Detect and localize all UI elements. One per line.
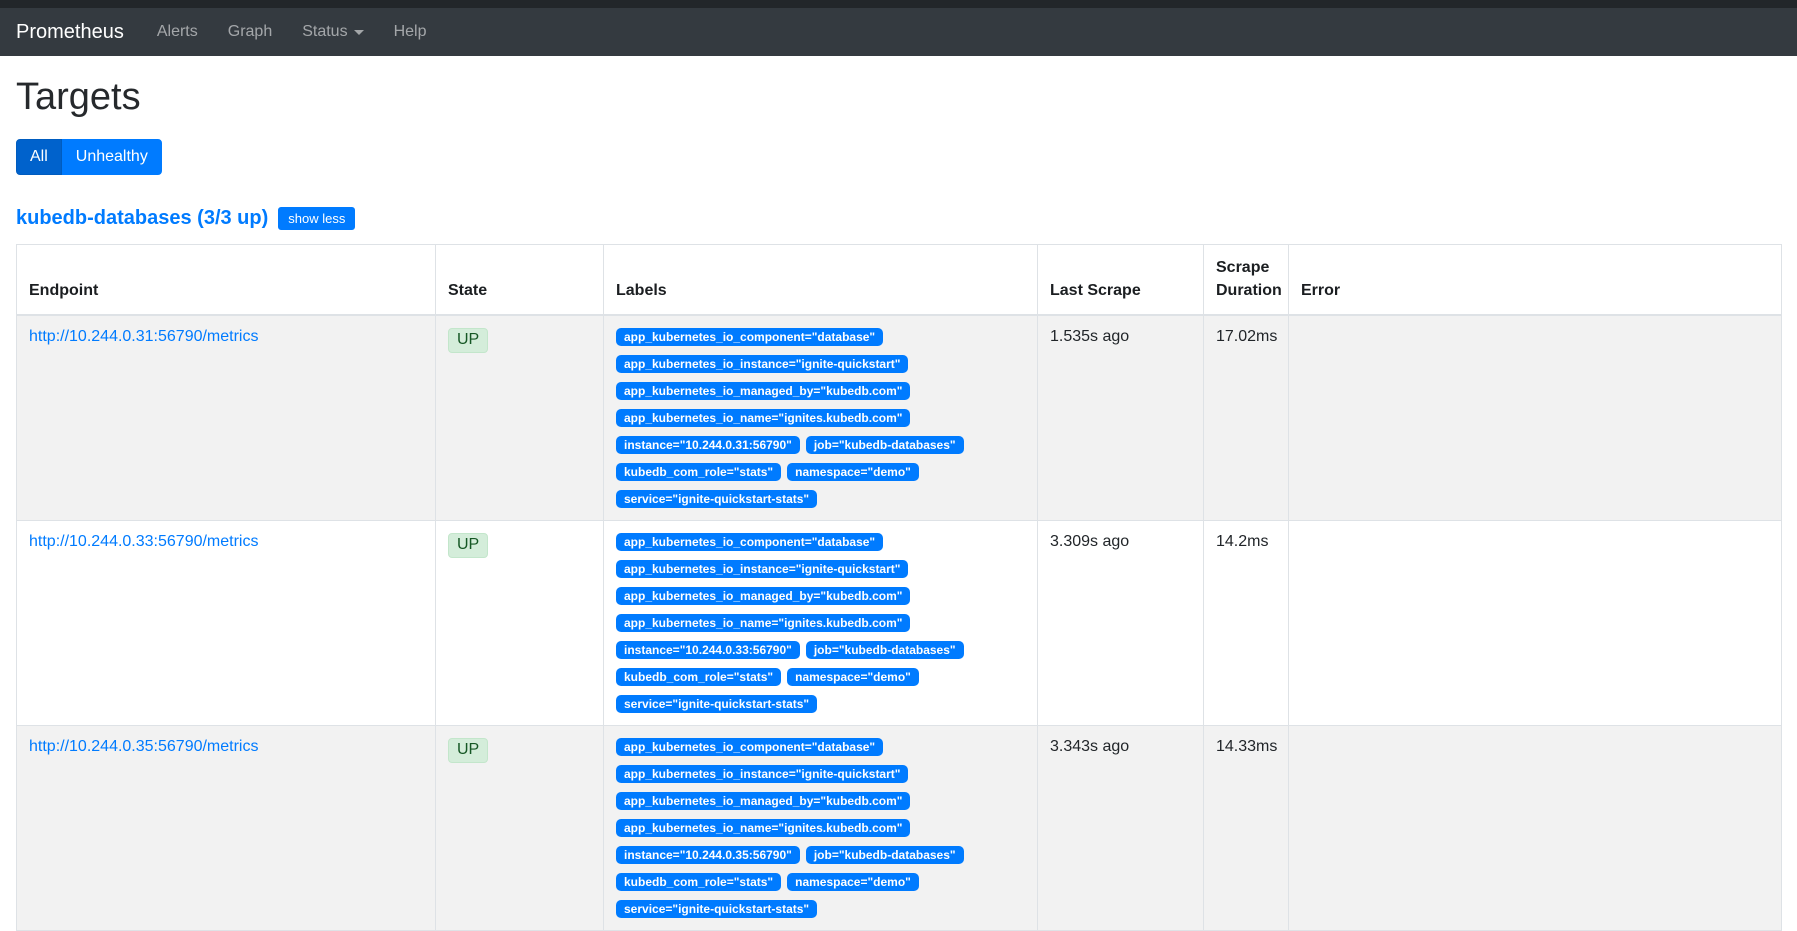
error-cell <box>1289 726 1782 931</box>
label-badge: kubedb_com_role="stats" <box>616 668 781 686</box>
label-badge: service="ignite-quickstart-stats" <box>616 490 817 508</box>
label-badge: job="kubedb-databases" <box>806 846 964 864</box>
label-badge: job="kubedb-databases" <box>806 436 964 454</box>
scrape-duration-cell: 14.33ms <box>1204 726 1289 931</box>
label-badge: app_kubernetes_io_name="ignites.kubedb.c… <box>616 614 910 632</box>
header-scrape-duration: Scrape Duration <box>1204 245 1289 315</box>
chevron-down-icon <box>354 30 364 35</box>
job-group-title: kubedb-databases (3/3 up) <box>16 207 268 230</box>
labels-container: app_kubernetes_io_component="database"ap… <box>616 533 1024 713</box>
show-less-button[interactable]: show less <box>278 207 355 230</box>
label-badge: job="kubedb-databases" <box>806 641 964 659</box>
header-state: State <box>436 245 604 315</box>
label-badge: kubedb_com_role="stats" <box>616 463 781 481</box>
filter-all-button[interactable]: All <box>16 139 62 175</box>
label-badge: instance="10.244.0.35:56790" <box>616 846 800 864</box>
filter-unhealthy-button[interactable]: Unhealthy <box>62 139 162 175</box>
label-badge: app_kubernetes_io_managed_by="kubedb.com… <box>616 382 910 400</box>
navbar: Prometheus Alerts Graph Status Help <box>0 8 1797 56</box>
target-filter-group: All Unhealthy <box>16 139 162 175</box>
label-badge: namespace="demo" <box>787 873 919 891</box>
label-badge: service="ignite-quickstart-stats" <box>616 900 817 918</box>
error-cell <box>1289 315 1782 521</box>
endpoint-link[interactable]: http://10.244.0.33:56790/metrics <box>29 533 258 550</box>
endpoint-link[interactable]: http://10.244.0.35:56790/metrics <box>29 738 258 755</box>
scrape-duration-value: 14.33ms <box>1216 738 1277 755</box>
state-badge: UP <box>448 533 488 558</box>
scrape-duration-cell: 17.02ms <box>1204 315 1289 521</box>
header-labels: Labels <box>604 245 1038 315</box>
state-cell: UP <box>436 726 604 931</box>
last-scrape-cell: 1.535s ago <box>1038 315 1204 521</box>
window-top-strip <box>0 0 1797 8</box>
endpoint-cell: http://10.244.0.31:56790/metrics <box>17 315 436 521</box>
nav-item-alerts[interactable]: Alerts <box>142 15 213 49</box>
nav-item-graph[interactable]: Graph <box>213 15 287 49</box>
scrape-duration-value: 17.02ms <box>1216 328 1277 345</box>
label-badge: app_kubernetes_io_name="ignites.kubedb.c… <box>616 819 910 837</box>
label-badge: app_kubernetes_io_component="database" <box>616 533 883 551</box>
header-endpoint: Endpoint <box>17 245 436 315</box>
table-header-row: Endpoint State Labels Last Scrape Scrape… <box>17 245 1782 315</box>
nav-item-status[interactable]: Status <box>287 15 378 49</box>
label-badge: app_kubernetes_io_instance="ignite-quick… <box>616 355 908 373</box>
header-error: Error <box>1289 245 1782 315</box>
label-badge: app_kubernetes_io_managed_by="kubedb.com… <box>616 587 910 605</box>
label-badge: app_kubernetes_io_name="ignites.kubedb.c… <box>616 409 910 427</box>
nav-item-alerts-label: Alerts <box>157 23 198 41</box>
target-row: http://10.244.0.33:56790/metrics UP app_… <box>17 521 1782 726</box>
nav-item-graph-label: Graph <box>228 23 272 41</box>
endpoint-cell: http://10.244.0.33:56790/metrics <box>17 521 436 726</box>
label-badge: app_kubernetes_io_managed_by="kubedb.com… <box>616 792 910 810</box>
label-badge: app_kubernetes_io_component="database" <box>616 738 883 756</box>
targets-table: Endpoint State Labels Last Scrape Scrape… <box>16 244 1782 931</box>
label-badge: instance="10.244.0.33:56790" <box>616 641 800 659</box>
labels-container: app_kubernetes_io_component="database"ap… <box>616 328 1024 508</box>
label-badge: namespace="demo" <box>787 463 919 481</box>
last-scrape-value: 3.309s ago <box>1050 533 1129 550</box>
job-group-header: kubedb-databases (3/3 up) show less <box>16 207 1782 230</box>
header-last-scrape: Last Scrape <box>1038 245 1204 315</box>
nav-item-help-label: Help <box>394 23 427 41</box>
state-badge: UP <box>448 738 488 763</box>
label-badge: app_kubernetes_io_instance="ignite-quick… <box>616 560 908 578</box>
label-badge: kubedb_com_role="stats" <box>616 873 781 891</box>
last-scrape-cell: 3.343s ago <box>1038 726 1204 931</box>
labels-cell: app_kubernetes_io_component="database"ap… <box>604 521 1038 726</box>
target-row: http://10.244.0.35:56790/metrics UP app_… <box>17 726 1782 931</box>
state-badge: UP <box>448 328 488 353</box>
nav-item-help[interactable]: Help <box>379 15 442 49</box>
endpoint-cell: http://10.244.0.35:56790/metrics <box>17 726 436 931</box>
label-badge: namespace="demo" <box>787 668 919 686</box>
page-title: Targets <box>16 76 1782 119</box>
brand-link[interactable]: Prometheus <box>16 21 124 44</box>
label-badge: service="ignite-quickstart-stats" <box>616 695 817 713</box>
state-cell: UP <box>436 521 604 726</box>
scrape-duration-value: 14.2ms <box>1216 533 1268 550</box>
labels-container: app_kubernetes_io_component="database"ap… <box>616 738 1024 918</box>
last-scrape-value: 3.343s ago <box>1050 738 1129 755</box>
error-cell <box>1289 521 1782 726</box>
label-badge: instance="10.244.0.31:56790" <box>616 436 800 454</box>
scrape-duration-cell: 14.2ms <box>1204 521 1289 726</box>
label-badge: app_kubernetes_io_instance="ignite-quick… <box>616 765 908 783</box>
targets-page: Prometheus Alerts Graph Status Help Targ… <box>0 0 1797 931</box>
main-content: Targets All Unhealthy kubedb-databases (… <box>0 76 1797 931</box>
target-row: http://10.244.0.31:56790/metrics UP app_… <box>17 315 1782 521</box>
endpoint-link[interactable]: http://10.244.0.31:56790/metrics <box>29 328 258 345</box>
labels-cell: app_kubernetes_io_component="database"ap… <box>604 726 1038 931</box>
last-scrape-value: 1.535s ago <box>1050 328 1129 345</box>
nav-item-status-label: Status <box>302 23 347 41</box>
label-badge: app_kubernetes_io_component="database" <box>616 328 883 346</box>
state-cell: UP <box>436 315 604 521</box>
last-scrape-cell: 3.309s ago <box>1038 521 1204 726</box>
labels-cell: app_kubernetes_io_component="database"ap… <box>604 315 1038 521</box>
